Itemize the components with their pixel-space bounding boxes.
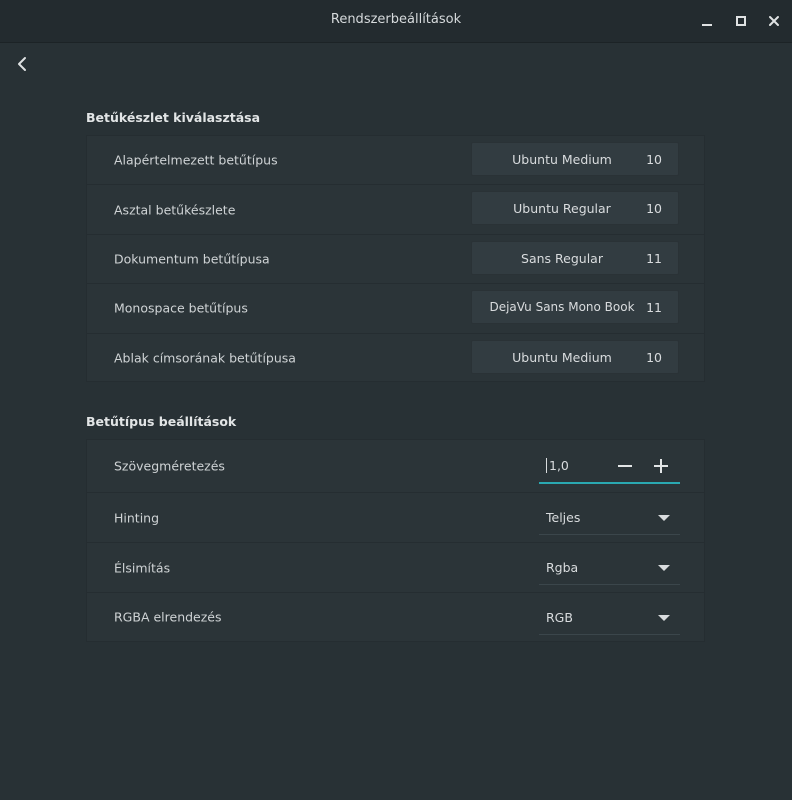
rgba-order-dropdown[interactable]: RGB: [539, 601, 680, 635]
minus-icon: [618, 465, 632, 467]
antialiasing-value: Rgba: [546, 560, 579, 575]
close-button[interactable]: [763, 10, 785, 32]
rgba-order-value: RGB: [546, 610, 573, 625]
font-size: 10: [646, 349, 662, 365]
font-row-default: Alapértelmezett betűtípus Ubuntu Medium …: [87, 136, 704, 186]
setting-row-antialiasing: Élsimítás Rgba: [87, 543, 704, 593]
maximize-icon: [736, 16, 746, 26]
scaling-spinbox[interactable]: 1,0: [539, 450, 680, 484]
antialiasing-dropdown[interactable]: Rgba: [539, 551, 680, 585]
maximize-button[interactable]: [730, 10, 752, 32]
back-button[interactable]: [10, 52, 34, 76]
font-name: DejaVu Sans Mono Book: [489, 300, 635, 315]
font-size: 10: [646, 201, 662, 217]
dropdown-arrow-icon: [658, 515, 670, 521]
desktop-font-button[interactable]: Ubuntu Regular 10: [471, 191, 679, 226]
font-settings-panel: Szövegméretezés 1,0 Hinting Teljes Élsim…: [86, 439, 705, 642]
minimize-icon: [702, 24, 712, 26]
titlebar-font-button[interactable]: Ubuntu Medium 10: [471, 339, 679, 374]
decrease-button[interactable]: [613, 454, 637, 478]
font-size: 11: [646, 300, 662, 316]
font-size: 11: [646, 250, 662, 266]
setting-row-rgba-order: RGBA elrendezés RGB: [87, 593, 704, 641]
font-row-label: Ablak címsorának betűtípusa: [114, 350, 296, 366]
close-icon: [769, 16, 779, 26]
hinting-value: Teljes: [546, 510, 581, 525]
plus-icon: [654, 459, 668, 473]
dropdown-arrow-icon: [658, 565, 670, 571]
font-settings-heading: Betűtípus beállítások: [86, 414, 237, 429]
font-size: 10: [646, 152, 662, 167]
font-name: Ubuntu Medium: [512, 349, 612, 365]
document-font-button[interactable]: Sans Regular 11: [471, 240, 679, 275]
font-name: Sans Regular: [521, 250, 603, 266]
chevron-left-icon: [18, 57, 26, 71]
scaling-input[interactable]: 1,0: [546, 458, 569, 473]
hinting-dropdown[interactable]: Teljes: [539, 501, 680, 535]
font-row-document: Dokumentum betűtípusa Sans Regular 11: [87, 235, 704, 285]
title-bar: Rendszerbeállítások: [0, 0, 792, 43]
setting-row-scaling: Szövegméretezés 1,0: [87, 440, 704, 493]
font-selection-heading: Betűkészlet kiválasztása: [86, 110, 261, 125]
font-row-label: Asztal betűkészlete: [114, 202, 236, 218]
dropdown-arrow-icon: [658, 615, 670, 621]
setting-row-hinting: Hinting Teljes: [87, 493, 704, 543]
scaling-label: Szövegméretezés: [114, 458, 225, 474]
font-row-monospace: Monospace betűtípus DejaVu Sans Mono Boo…: [87, 284, 704, 334]
minimize-button[interactable]: [696, 10, 718, 32]
antialiasing-label: Élsimítás: [114, 560, 171, 575]
font-row-label: Alapértelmezett betűtípus: [114, 152, 278, 168]
font-selection-panel: Alapértelmezett betűtípus Ubuntu Medium …: [86, 135, 705, 382]
font-row-desktop: Asztal betűkészlete Ubuntu Regular 10: [87, 185, 704, 235]
font-name: Ubuntu Regular: [513, 201, 611, 217]
default-font-button[interactable]: Ubuntu Medium 10: [471, 142, 679, 176]
rgba-order-label: RGBA elrendezés: [114, 609, 222, 625]
font-name: Ubuntu Medium: [512, 152, 612, 167]
font-row-label: Dokumentum betűtípusa: [114, 251, 270, 267]
monospace-font-button[interactable]: DejaVu Sans Mono Book 11: [471, 290, 679, 325]
window-title: Rendszerbeállítások: [330, 12, 462, 27]
increase-button[interactable]: [649, 454, 673, 478]
hinting-label: Hinting: [114, 510, 160, 525]
font-row-label: Monospace betűtípus: [114, 300, 248, 316]
font-row-titlebar: Ablak címsorának betűtípusa Ubuntu Mediu…: [87, 334, 704, 383]
